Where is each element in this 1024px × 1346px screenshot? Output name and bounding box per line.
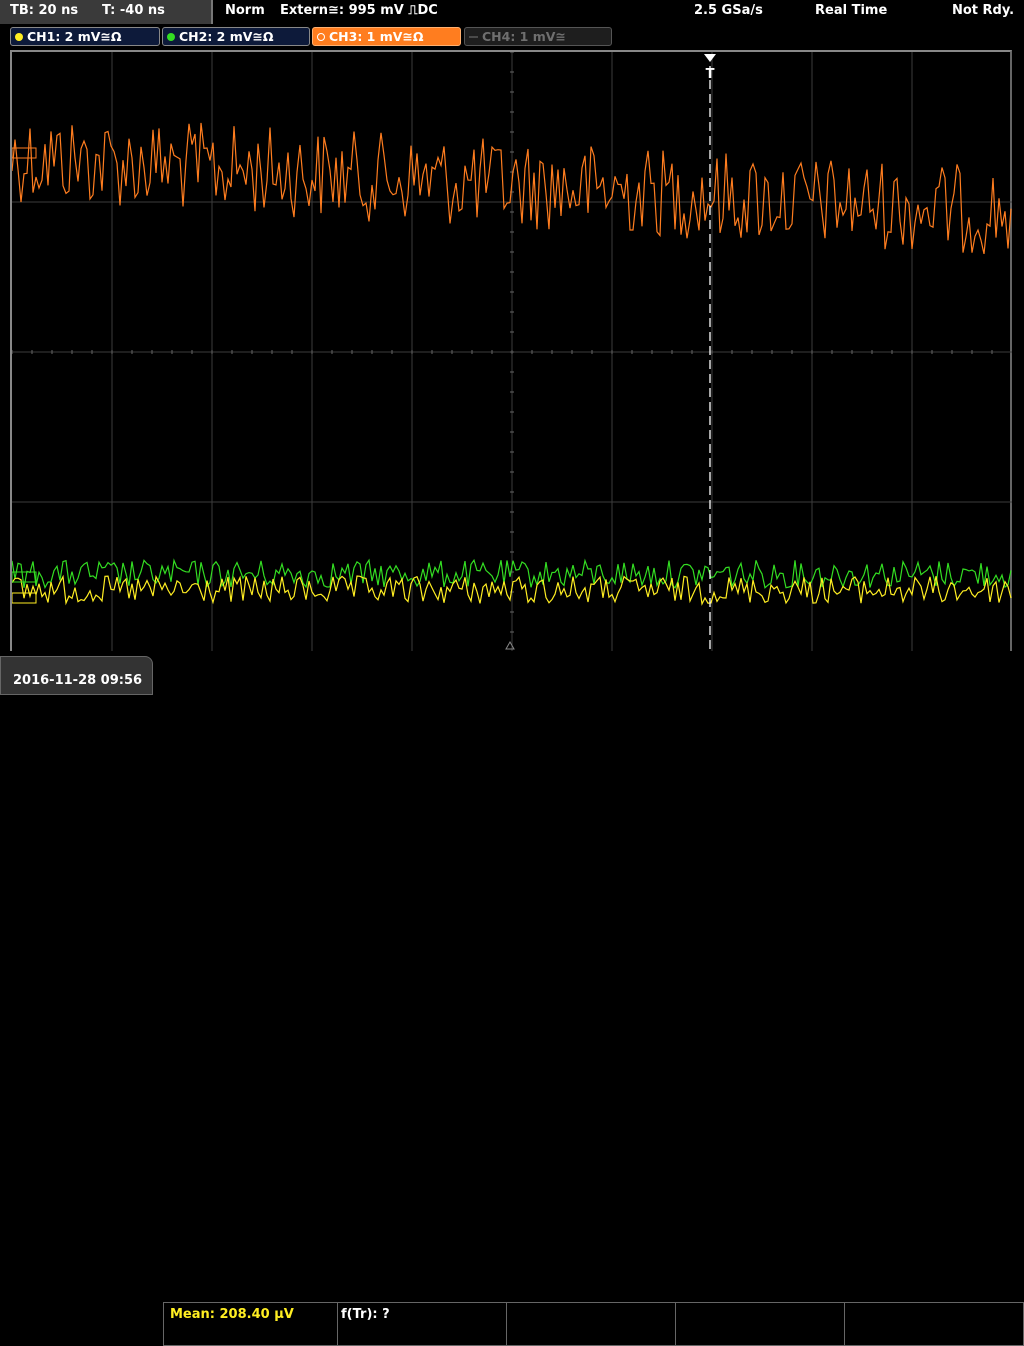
measurement-mean[interactable]: Mean: 208.40 µV xyxy=(170,1307,294,1322)
tab-ch3[interactable]: CH3: 1 mV≅Ω xyxy=(312,27,461,46)
graticule xyxy=(12,52,1012,651)
waveform-display[interactable]: T xyxy=(10,50,1012,651)
ch3-dot-icon xyxy=(317,33,325,41)
timebase-box[interactable]: TB: 20 ns T: -40 ns xyxy=(0,0,213,24)
status-label: Not Rdy. xyxy=(952,3,1015,18)
measurement-cell-5[interactable] xyxy=(844,1302,1024,1346)
measurement-cell-4[interactable] xyxy=(675,1302,845,1346)
timebase-label[interactable]: TB: 20 ns xyxy=(10,3,78,18)
tab-ch1[interactable]: CH1: 2 mV≅Ω xyxy=(10,27,160,46)
tab-ch2-label: CH2: 2 mV≅Ω xyxy=(179,29,274,44)
tab-ch4[interactable]: CH4: 1 mV≅ xyxy=(464,27,612,46)
measurement-cell-2[interactable]: f(Tr): ? xyxy=(337,1302,507,1346)
ch1-dot-icon xyxy=(15,33,23,41)
trigger-label: T xyxy=(706,67,715,82)
tab-ch1-label: CH1: 2 mV≅Ω xyxy=(27,29,122,44)
measurement-rise-freq[interactable]: f(Tr): ? xyxy=(341,1307,390,1322)
ch4-dash-icon xyxy=(469,36,478,38)
trigger-source-label[interactable]: Extern≅: 995 mV ⎍DC xyxy=(280,3,438,18)
status-bar: TB: 20 ns T: -40 ns Norm Extern≅: 995 mV… xyxy=(0,0,1024,24)
ch2-dot-icon xyxy=(167,33,175,41)
datetime-box: 2016-11-28 09:56 xyxy=(0,656,153,695)
sample-rate-label[interactable]: 2.5 GSa/s xyxy=(694,3,763,18)
waveform-canvas[interactable]: T xyxy=(12,52,1014,653)
trigger-position-icon xyxy=(704,54,716,62)
acquisition-mode-label[interactable]: Real Time xyxy=(815,3,887,18)
tab-ch3-label: CH3: 1 mV≅Ω xyxy=(329,29,424,44)
measurement-cell-1[interactable]: Mean: 208.40 µV xyxy=(163,1302,338,1346)
channel-tabs: CH1: 2 mV≅Ω CH2: 2 mV≅Ω CH3: 1 mV≅Ω CH4:… xyxy=(0,26,1024,48)
center-marker-icon xyxy=(505,640,515,650)
trigger-time-label[interactable]: T: -40 ns xyxy=(102,3,165,18)
tab-ch2[interactable]: CH2: 2 mV≅Ω xyxy=(162,27,310,46)
tab-ch4-label: CH4: 1 mV≅ xyxy=(482,29,566,44)
measurement-bar: Mean: 208.40 µV f(Tr): ? xyxy=(0,651,1024,1346)
measurement-cell-3[interactable] xyxy=(506,1302,676,1346)
trigger-mode-label[interactable]: Norm xyxy=(225,3,265,18)
datetime-label: 2016-11-28 09:56 xyxy=(13,673,143,688)
